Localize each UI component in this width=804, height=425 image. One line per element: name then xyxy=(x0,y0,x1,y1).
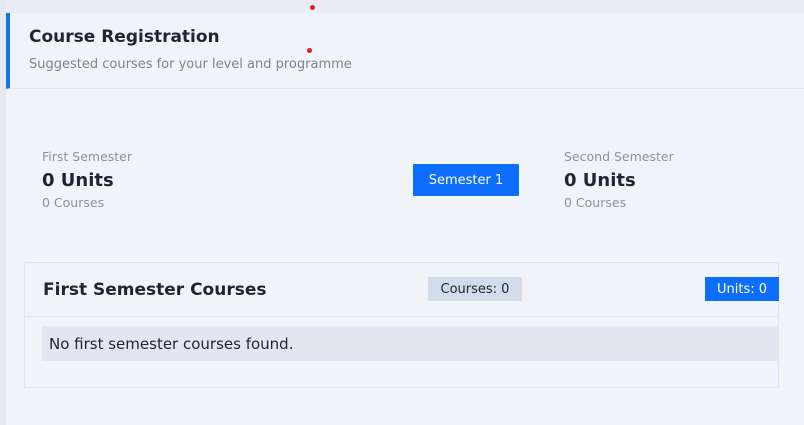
semester-toggle-button[interactable]: Semester 1 xyxy=(413,164,519,196)
units-count-badge: Units: 0 xyxy=(705,277,779,301)
page-title: Course Registration xyxy=(29,27,220,47)
indicator-dot xyxy=(307,48,312,53)
first-semester-courses-panel: First Semester Courses Courses: 0 Units:… xyxy=(24,262,779,388)
courses-panel-title: First Semester Courses xyxy=(43,280,267,300)
first-semester-units: 0 Units xyxy=(42,170,114,191)
courses-count-badge: Courses: 0 xyxy=(428,277,522,301)
empty-courses-message: No first semester courses found. xyxy=(42,326,779,361)
first-semester-label: First Semester xyxy=(42,149,133,164)
indicator-dot xyxy=(310,5,315,10)
first-semester-courses: 0 Courses xyxy=(42,195,105,210)
page-subtitle: Suggested courses for your level and pro… xyxy=(29,57,352,72)
panel-divider xyxy=(25,316,778,317)
card-header: Course Registration Suggested courses fo… xyxy=(6,13,804,89)
second-semester-label: Second Semester xyxy=(564,149,674,164)
page: Course Registration Suggested courses fo… xyxy=(0,0,804,425)
registration-card: Course Registration Suggested courses fo… xyxy=(6,13,804,425)
second-semester-courses: 0 Courses xyxy=(564,195,627,210)
second-semester-units: 0 Units xyxy=(564,170,636,191)
